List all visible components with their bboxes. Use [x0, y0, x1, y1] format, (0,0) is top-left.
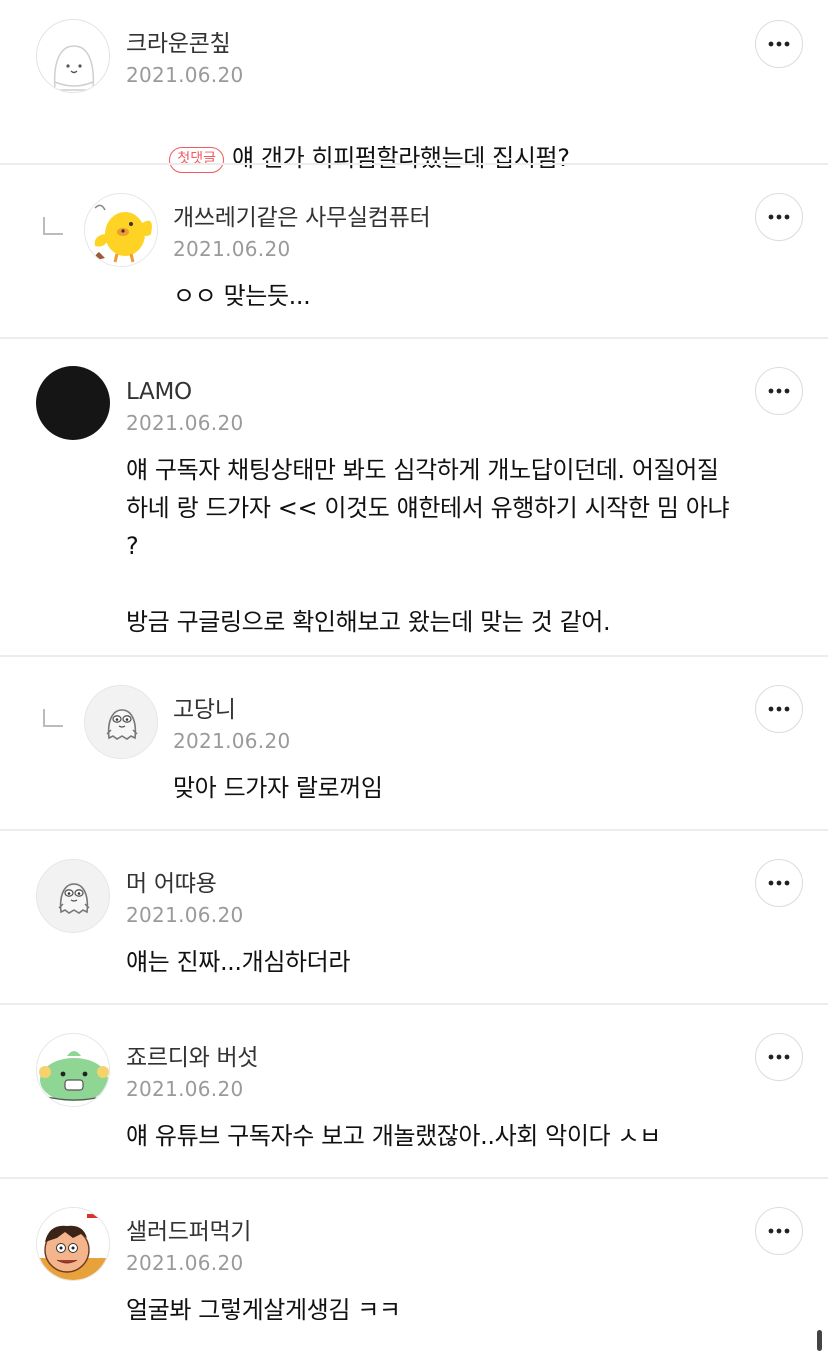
- default-ghost-avatar-icon[interactable]: [84, 685, 158, 759]
- comment-author[interactable]: 머 어땨용: [126, 869, 217, 899]
- more-options-button[interactable]: [755, 193, 803, 241]
- comment-item: 죠르디와 버섯 2021.06.20 얘 유튜브 구독자수 보고 개놀랬잖아..…: [0, 1005, 828, 1177]
- comment-text: 얘 구독자 채팅상태만 봐도 심각하게 개노답이던데. 어질어질 하네 랑 드가…: [126, 456, 730, 636]
- comment-author[interactable]: 샐러드퍼먹기: [126, 1217, 251, 1247]
- comment-item: 머 어땨용 2021.06.20 얘는 진짜...개심하더라: [0, 831, 828, 1003]
- scrollbar-thumb[interactable]: [817, 1330, 822, 1351]
- comment-date: 2021.06.20: [126, 903, 244, 927]
- comment-text: 얼굴봐 그렇게살게생김 ㅋㅋ: [126, 1296, 401, 1324]
- more-options-button[interactable]: [755, 1033, 803, 1081]
- comment-date: 2021.06.20: [126, 411, 244, 435]
- more-dots-icon: [768, 41, 790, 47]
- cartoon-man-sticker-icon[interactable]: [36, 1207, 110, 1281]
- comment-date: 2021.06.20: [126, 1251, 244, 1275]
- more-dots-icon: [768, 880, 790, 886]
- comment-date: 2021.06.20: [173, 729, 291, 753]
- more-dots-icon: [768, 706, 790, 712]
- comment-date: 2021.06.20: [126, 1077, 244, 1101]
- comment-date: 2021.06.20: [126, 63, 244, 87]
- more-dots-icon: [768, 388, 790, 394]
- comment-text: 맞아 드가자 랄로꺼임: [173, 774, 383, 802]
- comment-item: 샐러드퍼먹기 2021.06.20 얼굴봐 그렇게살게생김 ㅋㅋ: [0, 1179, 828, 1351]
- more-options-button[interactable]: [755, 685, 803, 733]
- more-options-button[interactable]: [755, 1207, 803, 1255]
- more-dots-icon: [768, 214, 790, 220]
- yellow-chick-icon[interactable]: [84, 193, 158, 267]
- green-dinosaur-icon[interactable]: [36, 1033, 110, 1107]
- comment-author[interactable]: 개쓰레기같은 사무실컴퓨터: [173, 203, 431, 233]
- more-dots-icon: [768, 1228, 790, 1234]
- black-circle-avatar[interactable]: [36, 366, 110, 440]
- comment-text: 얘는 진짜...개심하더라: [126, 948, 351, 976]
- comment-author[interactable]: 고당니: [173, 695, 236, 725]
- default-ghost-avatar-icon[interactable]: [36, 859, 110, 933]
- comment-item: LAMO 2021.06.20 얘 구독자 채팅상태만 봐도 심각하게 개노답이…: [0, 339, 828, 655]
- comment-date: 2021.06.20: [173, 237, 291, 261]
- comment-text: 얘 유튜브 구독자수 보고 개놀랬잖아..사회 악이다 ㅅㅂ: [126, 1122, 661, 1150]
- more-dots-icon: [768, 1054, 790, 1060]
- comment-author[interactable]: 크라운콘칲: [126, 29, 231, 59]
- reply-comment-item: 고당니 2021.06.20 맞아 드가자 랄로꺼임: [0, 657, 828, 829]
- comment-author[interactable]: LAMO: [126, 377, 192, 407]
- reply-indicator-icon: [42, 707, 64, 729]
- more-options-button[interactable]: [755, 859, 803, 907]
- comment-item: 크라운콘칲 2021.06.20 첫댓글 얘 갠가 히피펌할라했는데 집시펌?: [0, 0, 828, 173]
- comment-list-page: 크라운콘칲 2021.06.20 첫댓글얘 갠가 히피펌할라했는데 집시펌?: [0, 0, 828, 1351]
- white-blob-face-icon[interactable]: [36, 19, 110, 93]
- reply-indicator-icon: [42, 215, 64, 237]
- comment-text: ㅇㅇ 맞는듯...: [173, 282, 311, 310]
- more-options-button[interactable]: [755, 20, 803, 68]
- reply-comment-item: 개쓰레기같은 사무실컴퓨터 2021.06.20 ㅇㅇ 맞는듯...: [0, 165, 828, 337]
- comment-author[interactable]: 죠르디와 버섯: [126, 1043, 258, 1073]
- more-options-button[interactable]: [755, 367, 803, 415]
